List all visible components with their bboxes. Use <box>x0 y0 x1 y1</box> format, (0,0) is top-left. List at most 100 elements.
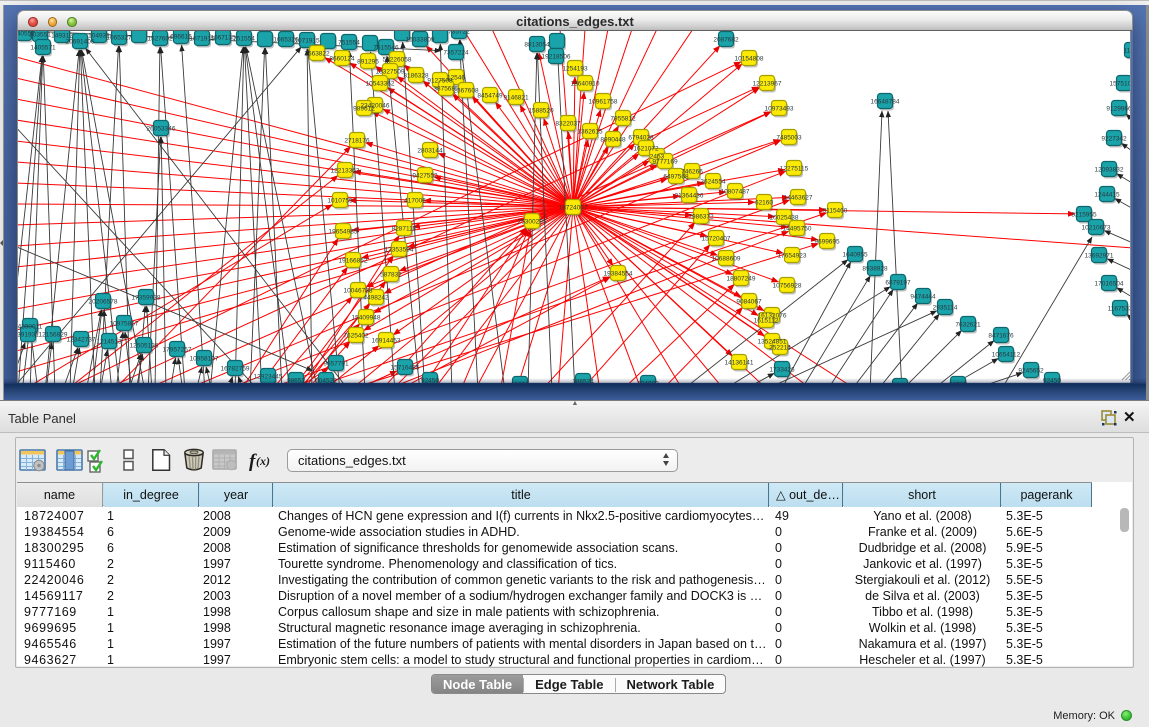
svg-text:1214513: 1214513 <box>96 339 122 346</box>
svg-text:1167533: 1167533 <box>1108 306 1131 313</box>
svg-text:9245652: 9245652 <box>1018 368 1044 375</box>
svg-text:6879197: 6879197 <box>885 280 911 287</box>
svg-text:19166852: 19166852 <box>339 258 368 265</box>
svg-text:735722: 735722 <box>448 31 470 36</box>
svg-text:9474444: 9474444 <box>910 294 936 301</box>
svg-text:16782759: 16782759 <box>221 366 250 373</box>
svg-text:15409948: 15409948 <box>352 315 381 322</box>
svg-text:6794028: 6794028 <box>628 135 654 142</box>
svg-text:1071915: 1071915 <box>294 38 320 45</box>
svg-text:19384554: 19384554 <box>604 271 633 278</box>
svg-text:1010755: 1010755 <box>327 198 353 205</box>
svg-text:1640955: 1640955 <box>842 252 868 259</box>
svg-text:252214: 252214 <box>769 345 791 352</box>
svg-text:1254193: 1254193 <box>562 66 588 73</box>
svg-text:8938928: 8938928 <box>862 266 888 273</box>
svg-text:9427552: 9427552 <box>412 173 438 180</box>
svg-text:3875685: 3875685 <box>433 86 459 93</box>
svg-text:10688609: 10688609 <box>712 256 741 263</box>
svg-text:14463627: 14463627 <box>784 195 813 202</box>
svg-text:18327509: 18327509 <box>376 69 405 76</box>
svg-text:17359938: 17359938 <box>132 295 161 302</box>
svg-text:18807249: 18807249 <box>727 276 756 283</box>
svg-text:12546: 12546 <box>447 75 465 82</box>
svg-text:10973493: 10973493 <box>765 106 794 113</box>
svg-text:20206578: 20206578 <box>89 299 118 306</box>
svg-text:25300295: 25300295 <box>518 219 547 226</box>
svg-text:12505135: 12505135 <box>130 343 159 350</box>
svg-text:10210673: 10210673 <box>1082 225 1111 232</box>
svg-text:16914453: 16914453 <box>372 338 401 345</box>
svg-text:1362615: 1362615 <box>577 129 603 136</box>
svg-text:1621072: 1621072 <box>633 146 659 153</box>
svg-text:10958107: 10958107 <box>190 356 219 363</box>
svg-text:15751074: 15751074 <box>1110 81 1131 88</box>
svg-text:7955812: 7955812 <box>610 116 636 123</box>
svg-text:751554: 751554 <box>338 40 360 47</box>
svg-text:8322037: 8322037 <box>555 121 581 128</box>
svg-text:18640910: 18640910 <box>571 81 600 88</box>
svg-text:12093832: 12093832 <box>1095 167 1124 174</box>
svg-text:10543362: 10543362 <box>366 81 395 88</box>
svg-text:10961758: 10961758 <box>589 99 618 106</box>
svg-text:12213967: 12213967 <box>753 81 782 88</box>
svg-text:4498242: 4498242 <box>363 295 389 302</box>
svg-text:746266: 746266 <box>681 169 703 176</box>
svg-text:7625402: 7625402 <box>343 333 369 340</box>
svg-text:14495750: 14495750 <box>783 226 812 233</box>
svg-text:8471676: 8471676 <box>988 333 1014 340</box>
svg-text:7632621: 7632621 <box>955 322 981 329</box>
svg-text:15716485: 15716485 <box>391 365 420 372</box>
svg-text:19654985: 19654985 <box>329 229 358 236</box>
svg-text:8215955: 8215955 <box>1071 212 1097 219</box>
svg-text:10975867: 10975867 <box>110 321 139 328</box>
svg-text:10154808: 10154808 <box>735 56 764 63</box>
svg-text:10654112: 10654112 <box>992 352 1021 359</box>
svg-text:417006: 417006 <box>404 198 426 205</box>
svg-text:8660124: 8660124 <box>329 56 355 63</box>
svg-text:2935114: 2935114 <box>933 305 958 312</box>
svg-text:9084067: 9084067 <box>736 299 762 306</box>
svg-text:7663822: 7663822 <box>304 51 330 58</box>
svg-text:13692971: 13692971 <box>1085 253 1114 260</box>
svg-text:12342737: 12342737 <box>67 337 96 344</box>
svg-text:53226058: 53226058 <box>383 57 412 64</box>
svg-text:1588520: 1588520 <box>528 108 554 115</box>
svg-text:1733426: 1733426 <box>769 367 795 374</box>
svg-text:9129966: 9129966 <box>1106 106 1131 113</box>
svg-text:12353594: 12353594 <box>385 247 414 254</box>
svg-text:1615112: 1615112 <box>754 318 779 325</box>
svg-text:2803144: 2803144 <box>417 148 443 155</box>
svg-text:18724007: 18724007 <box>559 205 588 212</box>
svg-text:17957257: 17957257 <box>163 347 192 354</box>
svg-text:16033809: 16033809 <box>406 37 435 44</box>
svg-text:7357224: 7357224 <box>443 50 469 57</box>
svg-text:8454749: 8454749 <box>477 93 503 100</box>
svg-text:7515546: 7515546 <box>373 45 399 52</box>
svg-text:9657791: 9657791 <box>323 361 349 368</box>
svg-text:16648784: 16648784 <box>871 99 900 106</box>
svg-text:12213363: 12213363 <box>331 168 360 175</box>
svg-text:17654923: 17654923 <box>778 253 807 260</box>
svg-text:15720407: 15720407 <box>702 236 731 243</box>
svg-text:9777169: 9777169 <box>652 159 678 166</box>
svg-text:10807487: 10807487 <box>721 189 750 196</box>
svg-text:2718176: 2718176 <box>344 138 370 145</box>
svg-text:12156829: 12156829 <box>39 332 68 339</box>
svg-text:4390011: 4390011 <box>18 324 43 331</box>
svg-text:9146821: 9146821 <box>503 95 529 102</box>
svg-text:19218506: 19218506 <box>542 54 571 61</box>
svg-text:391931: 391931 <box>18 332 39 339</box>
svg-text:7485003: 7485003 <box>776 135 802 142</box>
svg-text:10046788: 10046788 <box>344 288 373 295</box>
svg-text:12275115: 12275115 <box>780 166 809 173</box>
svg-text:2087682: 2087682 <box>713 37 739 44</box>
svg-text:9115460: 9115460 <box>823 208 848 215</box>
svg-text:17016504: 17016504 <box>1095 281 1124 288</box>
svg-text:14136141: 14136141 <box>725 360 754 367</box>
svg-text:20691406: 20691406 <box>66 39 95 46</box>
svg-text:587832: 587832 <box>380 272 402 279</box>
svg-text:1065327: 1065327 <box>106 35 132 42</box>
svg-text:(x): (x) <box>256 454 270 468</box>
svg-text:3624554: 3624554 <box>700 179 726 186</box>
